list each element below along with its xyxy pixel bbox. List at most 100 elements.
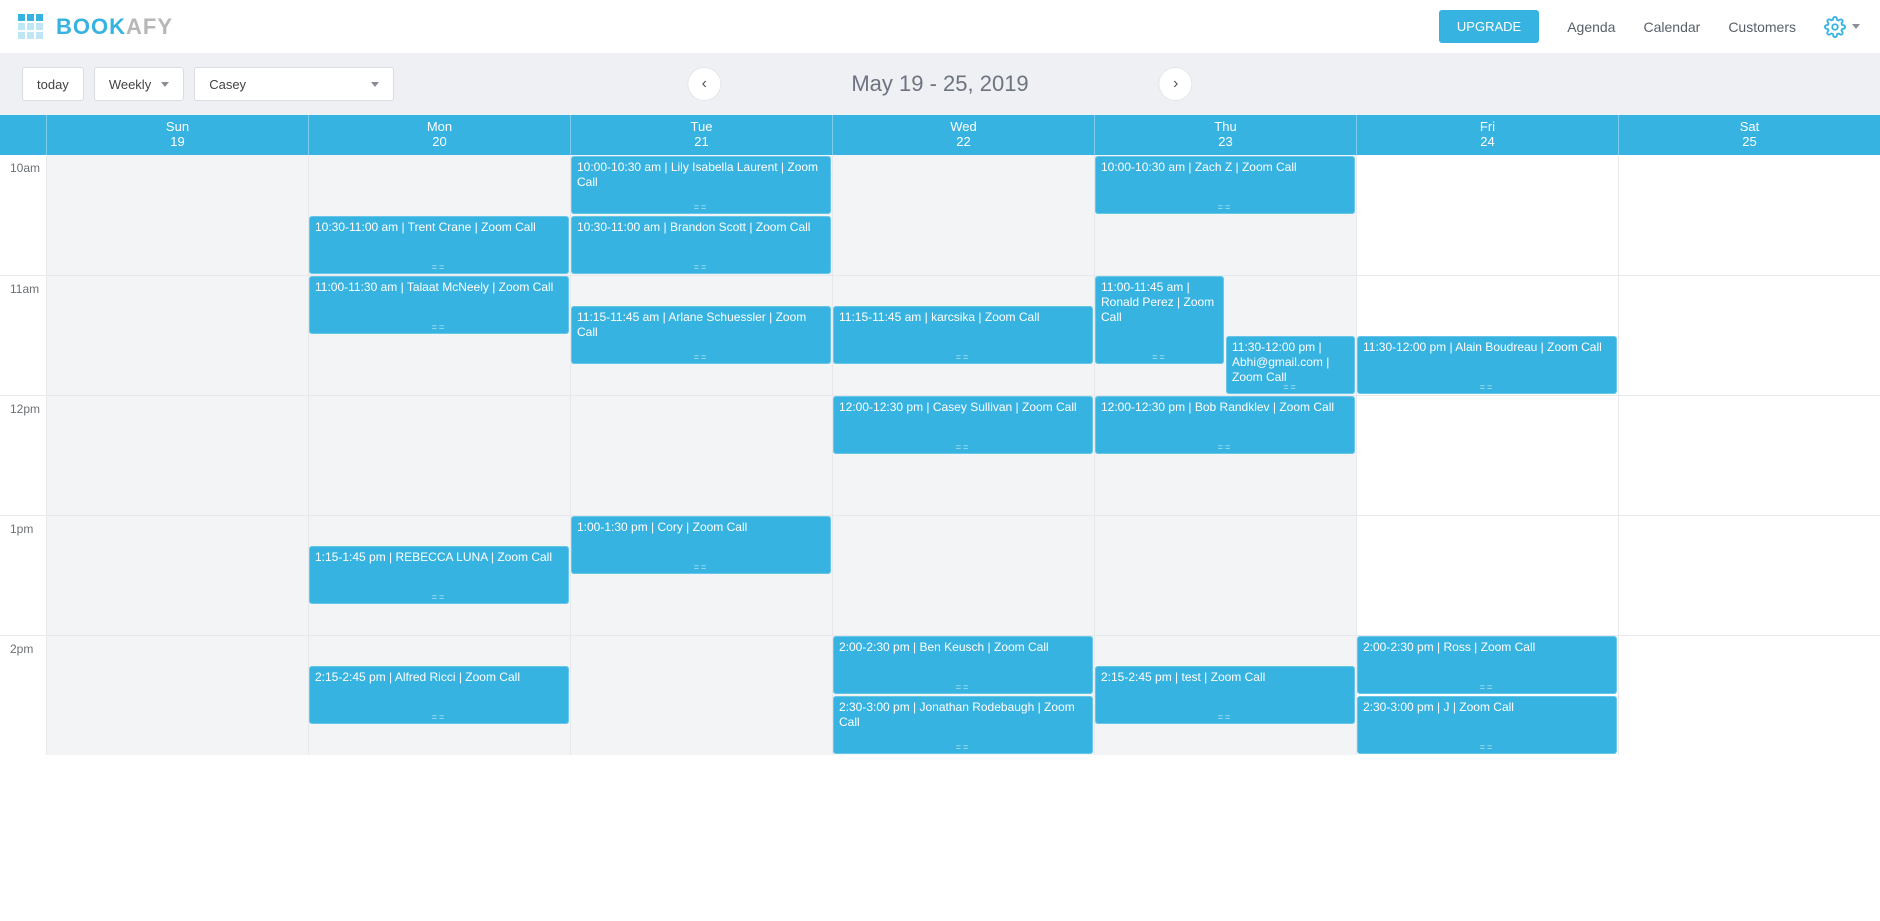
resize-handle-icon[interactable]: == xyxy=(1095,712,1355,723)
day-header-cell[interactable]: Thu23 xyxy=(1094,115,1356,155)
resize-handle-icon[interactable]: == xyxy=(309,592,569,603)
calendar: Sun19Mon20Tue21Wed22Thu23Fri24Sat25 10am… xyxy=(0,115,1880,755)
event-label: 2:00-2:30 pm | Ben Keusch | Zoom Call xyxy=(839,640,1049,654)
nav-calendar[interactable]: Calendar xyxy=(1643,19,1700,35)
calendar-event[interactable]: 2:15-2:45 pm | Alfred Ricci | Zoom Call=… xyxy=(309,666,569,724)
day-cell[interactable] xyxy=(1618,276,1880,395)
day-cell[interactable] xyxy=(46,396,308,515)
nav-agenda[interactable]: Agenda xyxy=(1567,19,1615,35)
event-label: 10:00-10:30 am | Zach Z | Zoom Call xyxy=(1101,160,1297,174)
calendar-event[interactable]: 10:00-10:30 am | Zach Z | Zoom Call == xyxy=(1095,156,1355,214)
day-name: Thu xyxy=(1214,119,1236,134)
day-cell[interactable] xyxy=(570,636,832,755)
brand[interactable]: BOOKAFY xyxy=(18,14,173,40)
resize-handle-icon[interactable]: == xyxy=(1226,382,1355,393)
resize-handle-icon[interactable]: == xyxy=(1095,352,1224,363)
staff-select-value: Casey xyxy=(209,77,246,92)
calendar-event[interactable]: 1:00-1:30 pm | Cory | Zoom Call == xyxy=(571,516,831,574)
calendar-event[interactable]: 2:30-3:00 pm | J | Zoom Call== xyxy=(1357,696,1617,754)
day-cell[interactable] xyxy=(308,396,570,515)
calendar-event[interactable]: 11:30-12:00 pm | Alain Boudreau | Zoom C… xyxy=(1357,336,1617,394)
resize-handle-icon[interactable]: == xyxy=(1095,202,1355,213)
brand-post: AFY xyxy=(126,14,173,39)
calendar-event[interactable]: 11:15-11:45 am | Arlane Schuessler | Zoo… xyxy=(571,306,831,364)
day-header-cell[interactable]: Sat25 xyxy=(1618,115,1880,155)
event-label: 1:15-1:45 pm | REBECCA LUNA | Zoom Call xyxy=(315,550,552,564)
day-cell[interactable] xyxy=(1618,396,1880,515)
calendar-event[interactable]: 2:15-2:45 pm | test | Zoom Call == xyxy=(1095,666,1355,724)
day-cell[interactable] xyxy=(46,636,308,755)
day-cell[interactable] xyxy=(46,155,308,275)
brand-pre: BOOK xyxy=(56,14,126,39)
resize-handle-icon[interactable]: == xyxy=(571,202,831,213)
settings-menu[interactable] xyxy=(1824,16,1860,38)
resize-handle-icon[interactable]: == xyxy=(1357,742,1617,753)
view-select[interactable]: Weekly xyxy=(94,67,184,101)
event-label: 10:00-10:30 am | Lily Isabella Laurent |… xyxy=(577,160,818,189)
resize-handle-icon[interactable]: == xyxy=(833,352,1093,363)
calendar-event[interactable]: 11:30-12:00 pm | Abhi@gmail.com | Zoom C… xyxy=(1226,336,1355,394)
event-label: 1:00-1:30 pm | Cory | Zoom Call xyxy=(577,520,747,534)
hour-label: 1pm xyxy=(0,516,46,635)
resize-handle-icon[interactable]: == xyxy=(571,562,831,573)
resize-handle-icon[interactable]: == xyxy=(1095,442,1355,453)
resize-handle-icon[interactable]: == xyxy=(833,682,1093,693)
event-label: 11:30-12:00 pm | Alain Boudreau | Zoom C… xyxy=(1363,340,1602,354)
day-cell[interactable] xyxy=(1356,396,1618,515)
day-cell[interactable] xyxy=(1094,516,1356,635)
resize-handle-icon[interactable]: == xyxy=(1357,382,1617,393)
day-header-cell[interactable]: Mon20 xyxy=(308,115,570,155)
day-header-cell[interactable]: Tue21 xyxy=(570,115,832,155)
resize-handle-icon[interactable]: == xyxy=(833,742,1093,753)
day-header-cell[interactable]: Fri24 xyxy=(1356,115,1618,155)
calendar-event[interactable]: 10:30-11:00 am | Brandon Scott | Zoom Ca… xyxy=(571,216,831,274)
calendar-event[interactable]: 2:00-2:30 pm | Ross | Zoom Call== xyxy=(1357,636,1617,694)
day-cell[interactable] xyxy=(1356,516,1618,635)
next-week-button[interactable]: › xyxy=(1159,67,1193,101)
calendar-event[interactable]: 11:15-11:45 am | karcsika | Zoom Call == xyxy=(833,306,1093,364)
day-header-cell[interactable]: Wed22 xyxy=(832,115,1094,155)
day-cell[interactable] xyxy=(832,155,1094,275)
calendar-body: 10am11am12pm1pm2pm10:30-11:00 am | Trent… xyxy=(0,155,1880,755)
calendar-event[interactable]: 2:30-3:00 pm | Jonathan Rodebaugh | Zoom… xyxy=(833,696,1093,754)
calendar-event[interactable]: 11:00-11:45 am | Ronald Perez | Zoom Cal… xyxy=(1095,276,1224,364)
staff-select[interactable]: Casey xyxy=(194,67,394,101)
resize-handle-icon[interactable]: == xyxy=(309,712,569,723)
calendar-event[interactable]: 1:15-1:45 pm | REBECCA LUNA | Zoom Call =… xyxy=(309,546,569,604)
nav-customers[interactable]: Customers xyxy=(1728,19,1796,35)
resize-handle-icon[interactable]: == xyxy=(1357,682,1617,693)
calendar-event[interactable]: 11:00-11:30 am | Talaat McNeely | Zoom C… xyxy=(309,276,569,334)
day-header-cell[interactable]: Sun19 xyxy=(46,115,308,155)
calendar-event[interactable]: 12:00-12:30 pm | Bob Randklev | Zoom Cal… xyxy=(1095,396,1355,454)
day-cell[interactable] xyxy=(1618,516,1880,635)
event-label: 2:15-2:45 pm | test | Zoom Call xyxy=(1101,670,1265,684)
prev-week-button[interactable]: ‹ xyxy=(687,67,721,101)
event-label: 11:30-12:00 pm | Abhi@gmail.com | Zoom C… xyxy=(1232,340,1329,384)
day-cell[interactable] xyxy=(1618,636,1880,755)
resize-handle-icon[interactable]: == xyxy=(571,352,831,363)
day-cell[interactable] xyxy=(832,516,1094,635)
day-name: Sun xyxy=(166,119,189,134)
today-button[interactable]: today xyxy=(22,67,84,101)
event-label: 11:15-11:45 am | karcsika | Zoom Call xyxy=(839,310,1040,324)
calendar-event[interactable]: 10:00-10:30 am | Lily Isabella Laurent |… xyxy=(571,156,831,214)
resize-handle-icon[interactable]: == xyxy=(309,322,569,333)
chevron-left-icon: ‹ xyxy=(702,75,707,93)
calendar-event[interactable]: 10:30-11:00 am | Trent Crane | Zoom Call… xyxy=(309,216,569,274)
date-range-title: May 19 - 25, 2019 xyxy=(851,71,1028,97)
resize-handle-icon[interactable]: == xyxy=(571,262,831,273)
day-cell[interactable] xyxy=(1356,155,1618,275)
calendar-event[interactable]: 2:00-2:30 pm | Ben Keusch | Zoom Call == xyxy=(833,636,1093,694)
resize-handle-icon[interactable]: == xyxy=(309,262,569,273)
day-number: 23 xyxy=(1095,134,1356,149)
day-cell[interactable] xyxy=(46,516,308,635)
calendar-event[interactable]: 12:00-12:30 pm | Casey Sullivan | Zoom C… xyxy=(833,396,1093,454)
day-cell[interactable] xyxy=(46,276,308,395)
resize-handle-icon[interactable]: == xyxy=(833,442,1093,453)
view-select-value: Weekly xyxy=(109,77,151,92)
day-name: Fri xyxy=(1480,119,1495,134)
day-cell[interactable] xyxy=(1618,155,1880,275)
upgrade-button[interactable]: UPGRADE xyxy=(1439,10,1539,43)
day-cell[interactable] xyxy=(570,396,832,515)
hour-label: 11am xyxy=(0,276,46,395)
